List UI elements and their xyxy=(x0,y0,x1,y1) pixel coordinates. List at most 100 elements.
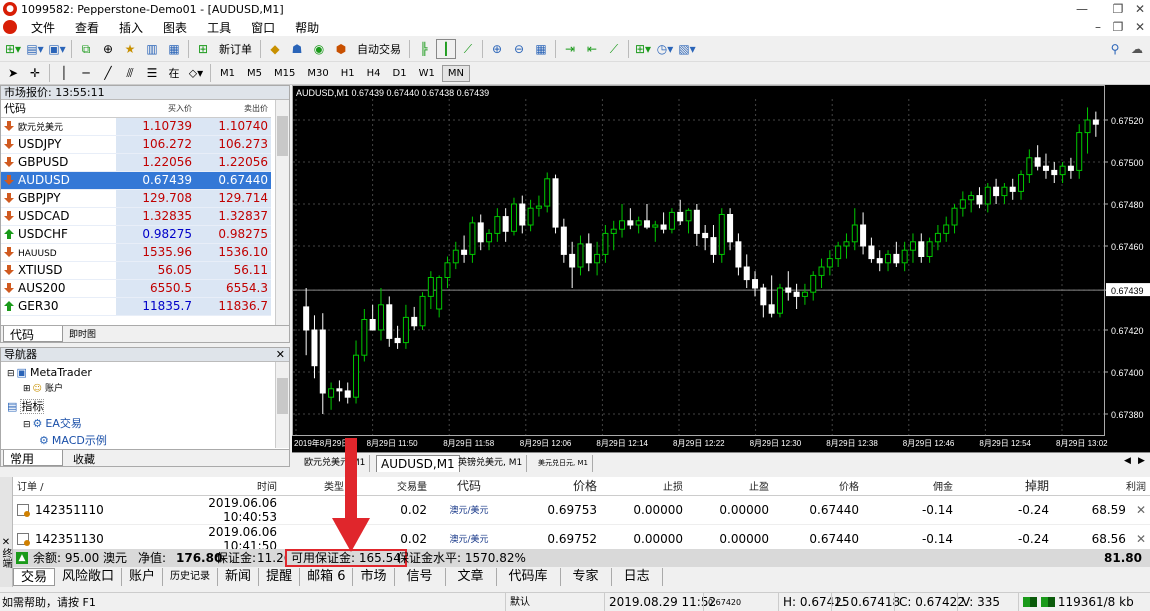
collapse-icon[interactable]: ⊟ xyxy=(7,369,15,379)
zoom-in-icon[interactable]: ⊕ xyxy=(487,39,507,59)
chart-tabs-right-icon[interactable]: ▶ xyxy=(1138,456,1145,466)
tf-d1[interactable]: D1 xyxy=(388,66,412,81)
navigator-icon[interactable]: ★ xyxy=(120,39,140,59)
tab-favorites[interactable]: 收藏 xyxy=(73,451,95,466)
terminal-tab[interactable]: 文章 xyxy=(446,568,497,586)
symbol-row[interactable]: HAUUSD 1535.96 1536.10 xyxy=(1,243,271,262)
col-symbol-terminal[interactable]: 代码 xyxy=(431,477,511,496)
menu-insert[interactable]: 插入 xyxy=(109,19,153,36)
terminal-tab[interactable]: 提醒 xyxy=(259,568,301,586)
market-watch-scrollbar[interactable] xyxy=(275,100,289,328)
chart-tab-usdjpy[interactable]: 美元兑日元, M1 xyxy=(534,455,593,472)
shapes-icon[interactable]: ⬦▾ xyxy=(186,63,206,83)
terminal-tab[interactable]: 新闻 xyxy=(218,568,260,586)
menu-help[interactable]: 帮助 xyxy=(285,19,329,36)
symbol-row[interactable]: AUS200 6550.5 6554.3 xyxy=(1,279,271,298)
market-watch-icon[interactable]: ⧉ xyxy=(76,39,96,59)
symbol-row[interactable]: 欧元兑美元 1.10739 1.10740 xyxy=(1,117,271,136)
chart-shift-icon[interactable]: ⇤ xyxy=(582,39,602,59)
menu-charts[interactable]: 图表 xyxy=(153,19,197,36)
auto-trade-icon[interactable]: ⬢ xyxy=(331,39,351,59)
expand-icon[interactable]: ⊞ xyxy=(23,384,31,394)
terminal-tab[interactable]: 日志 xyxy=(612,568,663,586)
symbol-row[interactable]: USDCAD 1.32835 1.32837 xyxy=(1,207,271,226)
col-price[interactable]: 价格 xyxy=(511,477,601,496)
symbol-row[interactable]: GER30 11835.7 11836.7 xyxy=(1,297,271,316)
menu-tools[interactable]: 工具 xyxy=(197,19,241,36)
crosshair-icon[interactable]: ✛ xyxy=(25,63,45,83)
chart-tab-audusd[interactable]: AUDUSD,M1 xyxy=(376,455,460,472)
navigator-item[interactable]: ⚙ MACD示例 xyxy=(1,432,289,449)
tab-symbols[interactable]: 代码 xyxy=(3,326,63,342)
symbol-row[interactable]: GBPJPY 129.708 129.714 xyxy=(1,189,271,208)
menu-view[interactable]: 查看 xyxy=(65,19,109,36)
cursor-icon[interactable]: ➤ xyxy=(3,63,23,83)
search-icon[interactable]: ⚲ xyxy=(1105,39,1125,59)
symbol-row[interactable]: USDJPY 106.272 106.273 xyxy=(1,135,271,154)
periods-icon[interactable]: ◷▾ xyxy=(655,39,675,59)
col-order[interactable]: 订单 / xyxy=(13,477,181,496)
navigator-item[interactable]: ⊟ ⚙ EA交易 xyxy=(1,415,289,432)
channel-icon[interactable]: ⫻ xyxy=(120,63,140,83)
add-indicator-icon[interactable]: ⊞▾ xyxy=(633,39,653,59)
terminal-tab[interactable]: 代码库 xyxy=(497,568,561,586)
new-order-button[interactable]: 新订单 xyxy=(215,39,256,59)
candlestick-chart-svg[interactable]: 0.67520 0.67500 0.67480 0.67460 0.67439 0.674… xyxy=(292,85,1150,452)
col-symbol[interactable]: 代码 xyxy=(1,100,116,118)
tf-m5[interactable]: M5 xyxy=(242,66,267,81)
navigator-close-icon[interactable]: ✕ xyxy=(276,348,289,361)
chart-tab-gbpusd[interactable]: 英镑兑美元, M1 xyxy=(454,455,528,472)
symbol-row[interactable]: GBPUSD 1.22056 1.22056 xyxy=(1,153,271,172)
tf-m30[interactable]: M30 xyxy=(302,66,333,81)
zoom-out-icon[interactable]: ⊖ xyxy=(509,39,529,59)
signals-icon[interactable]: ☗ xyxy=(287,39,307,59)
indicators-icon[interactable]: ⟋ xyxy=(604,39,624,59)
terminal-tab[interactable]: 交易 xyxy=(13,568,56,586)
tf-m1[interactable]: M1 xyxy=(215,66,240,81)
bar-chart-icon[interactable]: ╠ xyxy=(414,39,434,59)
col-time[interactable]: 时间 xyxy=(181,477,281,496)
terminal-tab[interactable]: 历史记录 xyxy=(163,568,219,586)
navigator-scroll-thumb[interactable] xyxy=(277,378,288,414)
tf-h1[interactable]: H1 xyxy=(336,66,360,81)
auto-trade-button[interactable]: 自动交易 xyxy=(353,39,405,59)
tile-windows-icon[interactable]: ▦ xyxy=(531,39,551,59)
line-chart-icon[interactable]: ⟋ xyxy=(458,39,478,59)
child-close-icon[interactable]: ✕ xyxy=(1126,18,1150,36)
col-profit[interactable]: 利润 xyxy=(1053,477,1150,496)
terminal-tab[interactable]: 市场 xyxy=(353,568,395,586)
symbol-row[interactable]: USDCHF 0.98275 0.98275 xyxy=(1,225,271,244)
templates-icon[interactable]: ▣▾ xyxy=(47,39,67,59)
tf-m15[interactable]: M15 xyxy=(269,66,300,81)
new-chart-icon[interactable]: ⊞▾ xyxy=(3,39,23,59)
tf-mn[interactable]: MN xyxy=(441,64,470,82)
col-volume[interactable]: 交易量 xyxy=(391,477,431,496)
collapse-icon[interactable]: ⊟ xyxy=(23,420,31,430)
tester-icon[interactable]: ▦ xyxy=(164,39,184,59)
close-order-icon[interactable]: ✕ xyxy=(1136,503,1146,517)
col-commission[interactable]: 佣金 xyxy=(863,477,957,496)
vertical-line-icon[interactable]: │ xyxy=(54,63,74,83)
terminal-tab[interactable]: 专家 xyxy=(561,568,612,586)
menu-window[interactable]: 窗口 xyxy=(241,19,285,36)
text-tool[interactable]: 在 xyxy=(164,63,184,83)
status-profile[interactable]: 默认 xyxy=(505,593,530,611)
col-swap[interactable]: 掉期 xyxy=(957,477,1053,496)
auto-scroll-icon[interactable]: ⇥ xyxy=(560,39,580,59)
chart-tabs-left-icon[interactable]: ◀ xyxy=(1124,456,1131,466)
menu-file[interactable]: 文件 xyxy=(21,19,65,36)
scroll-thumb[interactable] xyxy=(277,116,288,156)
candlestick-icon[interactable]: ┃ xyxy=(436,39,456,59)
navigator-item[interactable]: ⊟ ▣ MetaTrader xyxy=(1,364,289,381)
close-icon[interactable]: ✕ xyxy=(1126,0,1150,18)
tab-tick-chart[interactable]: 即时图 xyxy=(69,327,96,340)
market-globe-icon[interactable]: ◉ xyxy=(309,39,329,59)
price-chart[interactable]: 0.67520 0.67500 0.67480 0.67460 0.67439 0.674… xyxy=(292,85,1150,452)
terminal-tab[interactable]: 账户 xyxy=(122,568,164,586)
terminal-tab[interactable]: 邮箱 6 xyxy=(300,568,354,586)
tab-common[interactable]: 常用 xyxy=(3,450,63,466)
metaeditor-icon[interactable]: ◆ xyxy=(265,39,285,59)
symbol-row[interactable]: XTIUSD 56.05 56.11 xyxy=(1,261,271,280)
col-current-price[interactable]: 价格 xyxy=(773,477,863,496)
tf-w1[interactable]: W1 xyxy=(414,66,440,81)
